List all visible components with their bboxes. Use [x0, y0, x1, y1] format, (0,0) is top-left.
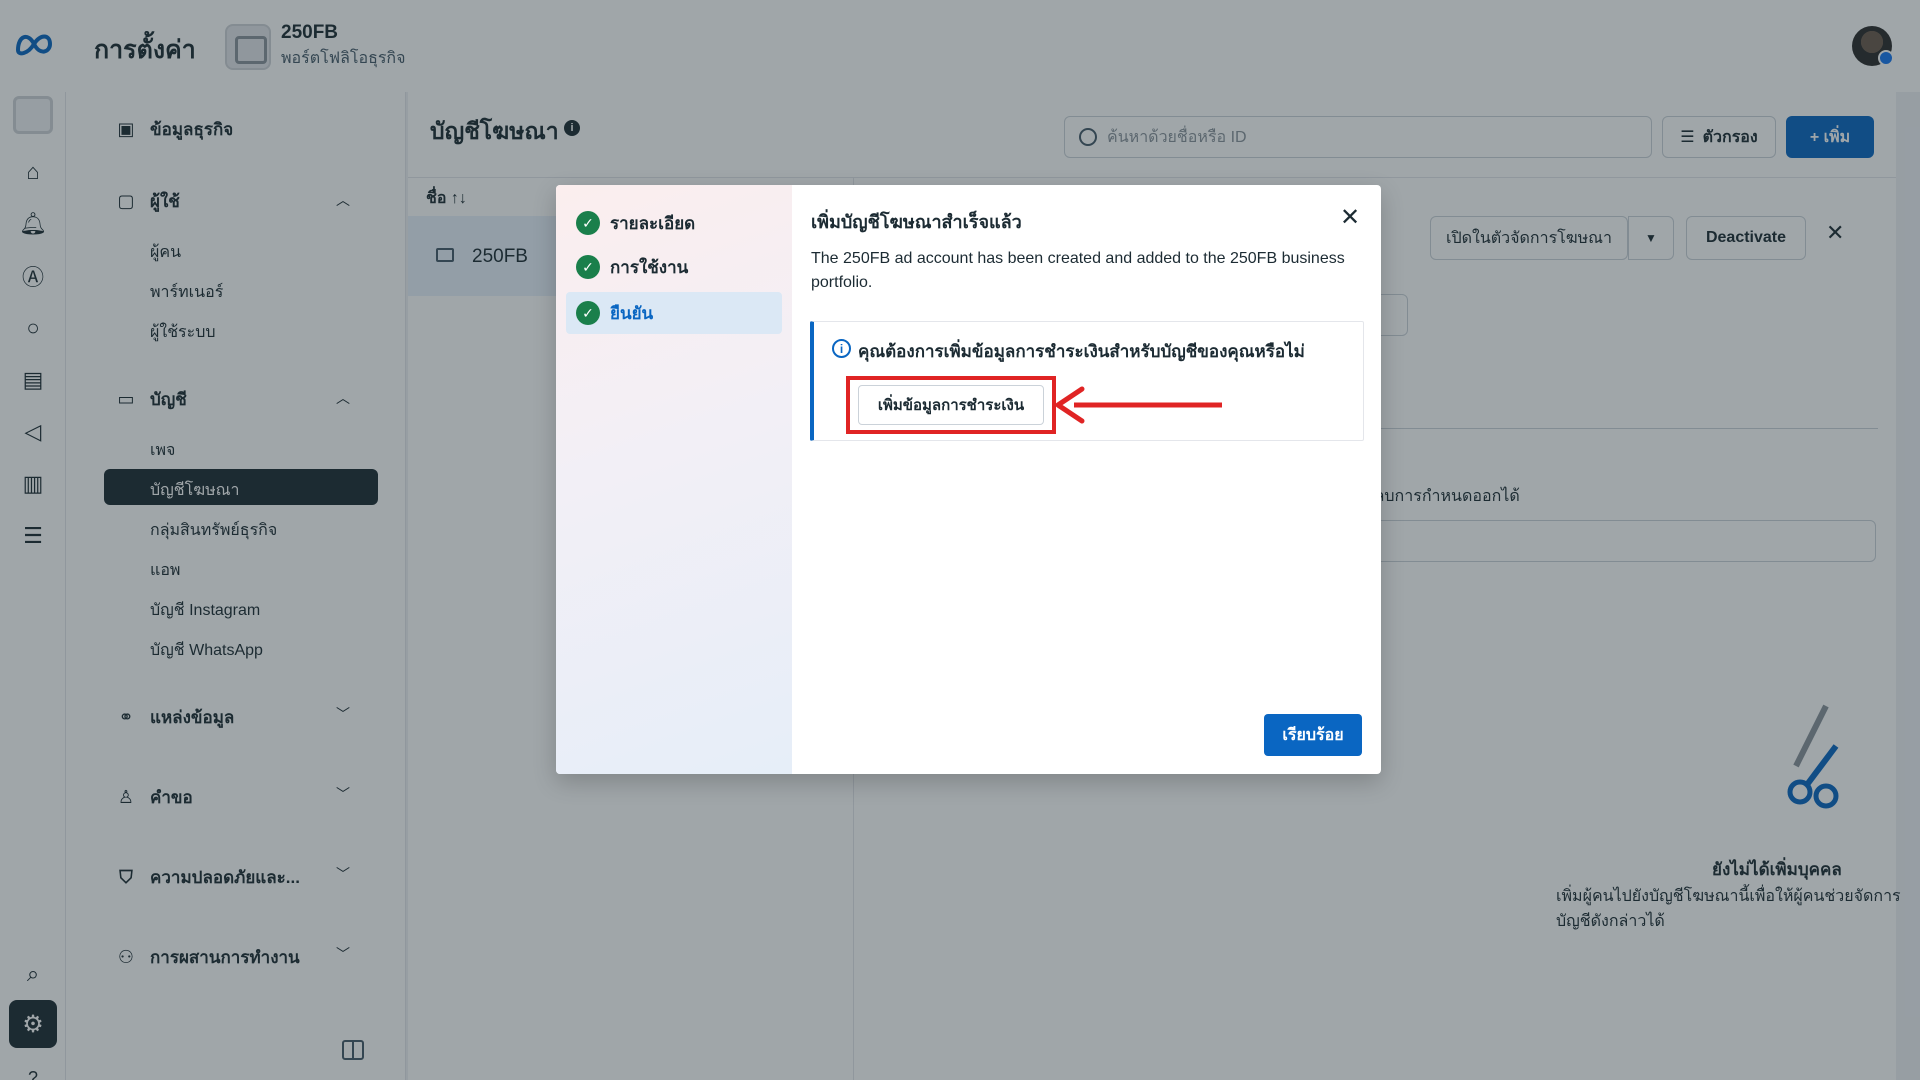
- dialog-title: เพิ่มบัญชีโฆษณาสำเร็จแล้ว: [811, 212, 1022, 232]
- step-label: รายละเอียด: [610, 213, 696, 233]
- red-arrow-annotation-icon: [1055, 386, 1222, 424]
- step-label: ยืนยัน: [610, 303, 654, 323]
- step-details[interactable]: ✓ รายละเอียด: [566, 202, 782, 244]
- ad-account-created-dialog: ✓ รายละเอียด ✓ การใช้งาน ✓ ยืนยัน เพิ่มบ…: [556, 185, 1381, 774]
- close-icon[interactable]: ✕: [1340, 203, 1360, 232]
- step-confirm[interactable]: ✓ ยืนยัน: [566, 292, 782, 334]
- info-icon: i: [832, 339, 851, 358]
- notice-text: คุณต้องการเพิ่มข้อมูลการชำระเงินสำหรับบั…: [858, 342, 1305, 361]
- check-circle-icon: ✓: [576, 255, 600, 279]
- stepper: ✓ รายละเอียด ✓ การใช้งาน ✓ ยืนยัน: [556, 185, 792, 774]
- done-button[interactable]: เรียบร้อย: [1264, 714, 1362, 756]
- step-usage[interactable]: ✓ การใช้งาน: [566, 246, 782, 288]
- step-label: การใช้งาน: [610, 257, 689, 277]
- check-circle-icon: ✓: [576, 211, 600, 235]
- add-payment-info-button[interactable]: เพิ่มข้อมูลการชำระเงิน: [858, 385, 1044, 425]
- check-circle-icon: ✓: [576, 301, 600, 325]
- dialog-description: The 250FB ad account has been created an…: [811, 250, 1345, 291]
